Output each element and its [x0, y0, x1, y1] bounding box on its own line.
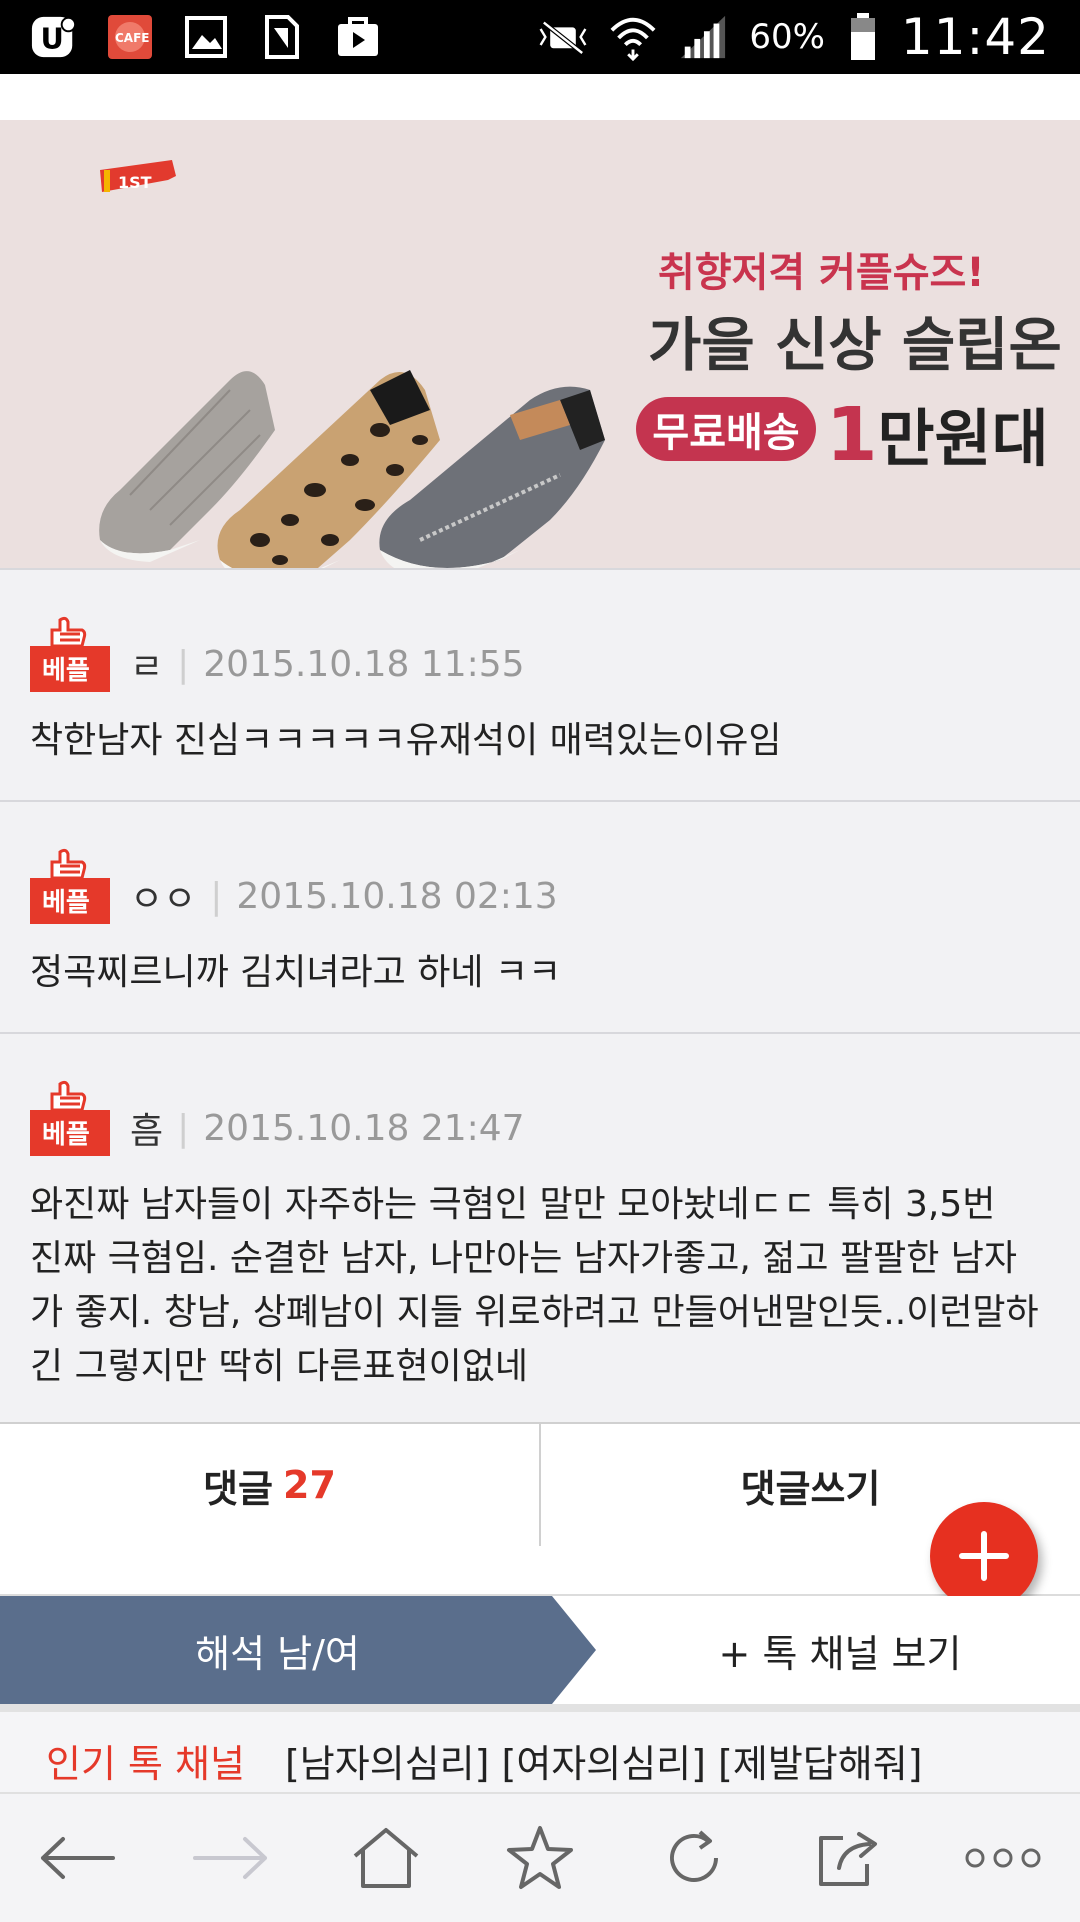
ad-banner[interactable]: 1ST 취향저격 커플슈즈! 가을 신상 슬립온 무료배송 1만원대 — [0, 120, 1080, 585]
battery-percent: 60% — [749, 17, 825, 57]
11st-logo: 1ST — [98, 158, 178, 198]
svg-text:U: U — [41, 22, 64, 56]
popular-channel-tags[interactable]: [남자의심리] [여자의심리] [제발답해줘] — [285, 1733, 923, 1792]
comment-text: 착한남자 진심ㅋㅋㅋㅋㅋ유재석이 매력있는이유임 — [30, 720, 782, 761]
best-comment-badge: 베플 — [30, 614, 110, 692]
banner-headline: 가을 신상 슬립온 — [648, 311, 1062, 379]
comment-text-line: 긴 그렇지만 딱히 다른표현이없네 — [30, 1346, 529, 1387]
free-shipping-badge: 무료배송 — [636, 397, 816, 461]
best-comment-badge: 베플 — [30, 1078, 110, 1156]
svg-text:베플: 베플 — [42, 1120, 90, 1150]
forward-button[interactable] — [181, 1808, 281, 1908]
comment-list: 베플 ㄹ | 2015.10.18 11:55 착한남자 진심ㅋㅋㅋㅋㅋ유재석이… — [0, 568, 1080, 1424]
comment-item: 베플 흠 | 2015.10.18 21:47 와진짜 남자들이 자주하는 극혐… — [0, 1032, 1080, 1424]
comment-action-bar: 댓글 27 댓글쓰기 — [0, 1422, 1080, 1548]
comment-item: 베플 ㄹ | 2015.10.18 11:55 착한남자 진심ㅋㅋㅋㅋㅋ유재석이… — [0, 568, 1080, 800]
comment-text-line: 가 좋지. 창남, 상폐남이 지들 위로하려고 만들어낸말인듯..이런말하 — [30, 1292, 1039, 1333]
signal-icon — [679, 13, 727, 61]
comment-author[interactable]: 흠 — [130, 1102, 163, 1154]
gallery-icon — [182, 13, 230, 61]
add-fab-button[interactable] — [930, 1502, 1038, 1610]
browser-toolbar — [0, 1792, 1080, 1922]
popular-channels-title: 인기 톡 채널 — [46, 1742, 245, 1786]
comment-meta: ㄹ | 2015.10.18 11:55 — [130, 638, 525, 690]
clock: 11:42 — [900, 8, 1050, 66]
comment-item: 베플 ㅇㅇ | 2015.10.18 02:13 정곡찌르니까 김치녀라고 하네… — [0, 800, 1080, 1032]
tab-underline — [0, 1704, 1080, 1712]
section-divider — [0, 1546, 1080, 1596]
comment-text-line: 진짜 극혐임. 순결한 남자, 나만아는 남자가좋고, 젊고 팔팔한 남자 — [30, 1238, 1017, 1279]
view-comments-button[interactable]: 댓글 27 — [0, 1424, 539, 1546]
comments-count: 27 — [283, 1463, 336, 1507]
more-menu-button[interactable] — [953, 1808, 1053, 1908]
page-top-gap — [0, 74, 1080, 120]
back-arrow-icon — [41, 1837, 116, 1879]
svg-text:1ST: 1ST — [118, 173, 152, 192]
comment-date: 2015.10.18 21:47 — [203, 1107, 525, 1149]
plus-icon — [959, 1531, 1009, 1581]
tab-active-channel[interactable]: 해석 남/여 — [0, 1596, 600, 1704]
comment-author[interactable]: ㄹ — [130, 638, 163, 690]
share-button[interactable] — [799, 1808, 899, 1908]
share-icon — [818, 1832, 877, 1886]
status-bar: U CAFE 60% 11:42 — [0, 0, 1080, 74]
star-icon — [506, 1826, 573, 1889]
mute-icon — [539, 13, 587, 61]
svg-text:베플: 베플 — [42, 656, 90, 686]
wifi-icon — [609, 13, 657, 62]
tab-active-label: 해석 남/여 — [195, 1631, 360, 1676]
sim-icon — [258, 13, 306, 61]
comment-date: 2015.10.18 11:55 — [203, 643, 525, 685]
comments-label: 댓글 — [203, 1466, 274, 1511]
channel-tabs: 해석 남/여 + 톡 채널 보기 — [0, 1596, 1080, 1704]
svg-text:베플: 베플 — [42, 888, 90, 918]
home-icon — [353, 1828, 418, 1888]
forward-arrow-icon — [193, 1837, 268, 1879]
refresh-button[interactable] — [644, 1808, 744, 1908]
cafe-icon: CAFE — [106, 13, 154, 61]
more-dots-icon — [965, 1848, 1041, 1868]
banner-price: 1만원대 — [826, 388, 1049, 478]
shoes-image — [90, 240, 630, 600]
bookmark-button[interactable] — [490, 1808, 590, 1908]
comment-date: 2015.10.18 02:13 — [236, 875, 558, 917]
banner-tagline: 취향저격 커플슈즈! — [658, 250, 985, 296]
svg-text:CAFE: CAFE — [115, 31, 150, 45]
store-icon — [334, 13, 382, 61]
back-button[interactable] — [27, 1808, 127, 1908]
comment-meta: ㅇㅇ | 2015.10.18 02:13 — [130, 870, 558, 922]
comment-author[interactable]: ㅇㅇ — [130, 870, 196, 922]
refresh-icon — [670, 1830, 719, 1882]
u-app-icon: U — [30, 13, 78, 61]
comment-meta: 흠 | 2015.10.18 21:47 — [130, 1102, 525, 1154]
comment-text-line: 와진짜 남자들이 자주하는 극혐인 말만 모아놨네ㄷㄷ 특히 3,5번 — [30, 1184, 996, 1225]
view-talk-channels-button[interactable]: + 톡 채널 보기 — [600, 1596, 1080, 1704]
meta-divider: | — [177, 1107, 190, 1149]
best-comment-badge: 베플 — [30, 846, 110, 924]
price-number: 1 — [826, 392, 878, 478]
battery-icon — [847, 13, 879, 61]
price-unit: 만원대 — [877, 402, 1049, 475]
meta-divider: | — [210, 875, 223, 917]
comment-text: 정곡찌르니까 김치녀라고 하네 ㅋㅋ — [30, 952, 562, 993]
popular-channels: 인기 톡 채널 [남자의심리] [여자의심리] [제발답해줘] — [0, 1712, 1080, 1792]
home-button[interactable] — [336, 1808, 436, 1908]
meta-divider: | — [177, 643, 190, 685]
comment-text: 와진짜 남자들이 자주하는 극혐인 말만 모아놨네ㄷㄷ 특히 3,5번 진짜 극… — [30, 1178, 1050, 1394]
